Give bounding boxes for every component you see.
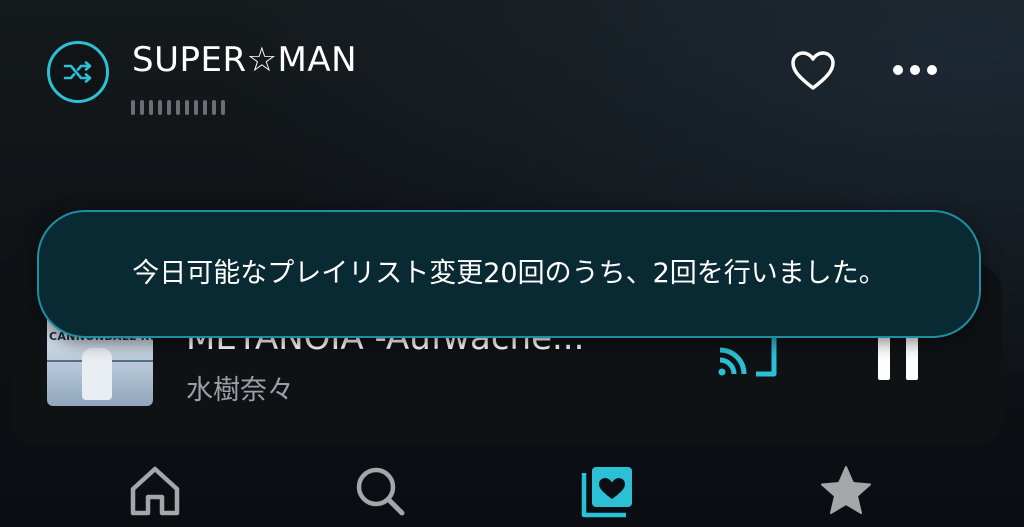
heart-outline-icon xyxy=(791,51,835,90)
favorite-button[interactable] xyxy=(790,50,836,92)
playlist-title: SUPER☆MAN xyxy=(132,40,358,80)
shuffle-icon xyxy=(63,61,92,83)
nav-favorites[interactable] xyxy=(818,463,874,519)
nav-library[interactable] xyxy=(580,463,636,519)
playlist-track-indicator xyxy=(131,100,225,115)
star-icon xyxy=(821,466,871,514)
nav-search[interactable] xyxy=(352,463,408,519)
search-icon xyxy=(356,467,405,516)
more-horizontal-icon xyxy=(893,65,903,75)
toast-message: 今日可能なプレイリスト変更20回のうち、2回を行いました。 xyxy=(132,258,886,289)
home-icon xyxy=(130,466,180,516)
playlist-change-toast: 今日可能なプレイリスト変更20回のうち、2回を行いました。 xyxy=(37,210,981,338)
nav-home[interactable] xyxy=(127,463,183,519)
library-heart-icon xyxy=(581,467,632,518)
music-player-screen: SUPER☆MAN CANNONBALL RUNNING METANOIA -A… xyxy=(0,0,1024,527)
more-options-button[interactable] xyxy=(893,65,943,79)
shuffle-button[interactable] xyxy=(47,41,109,103)
now-playing-artist[interactable]: 水樹奈々 xyxy=(186,368,294,407)
